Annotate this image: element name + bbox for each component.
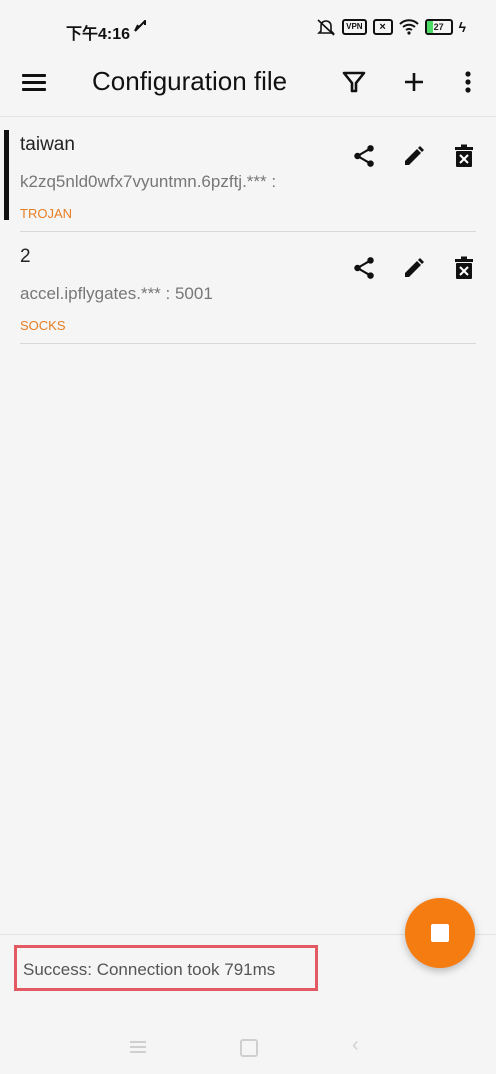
selected-indicator bbox=[4, 130, 9, 220]
row-divider bbox=[20, 343, 476, 344]
page-title: Configuration file bbox=[92, 66, 288, 96]
status-message: Success: Connection took 791ms bbox=[23, 960, 276, 979]
profile-row[interactable]: 2 accel.ipflygates.*** : 5001 SOCKS bbox=[0, 232, 496, 344]
battery-icon: 27 bbox=[424, 19, 453, 35]
profile-row[interactable]: taiwan k2zq5nld0wfx7vyuntmn.6pzftj.*** :… bbox=[0, 120, 496, 232]
status-bar: 下午4:16 VPN × 27 ϟ bbox=[0, 0, 496, 58]
edit-icon[interactable] bbox=[400, 254, 428, 282]
battery-level: 27 bbox=[433, 22, 444, 32]
profile-actions bbox=[350, 142, 478, 170]
vpn-icon: VPN bbox=[342, 19, 367, 35]
profile-address: k2zq5nld0wfx7vyuntmn.6pzftj.*** : bbox=[20, 172, 277, 191]
delete-icon[interactable] bbox=[450, 142, 478, 170]
more-icon[interactable] bbox=[452, 66, 484, 98]
filter-icon[interactable] bbox=[338, 66, 370, 98]
add-icon[interactable] bbox=[398, 66, 430, 98]
mute-bell-icon bbox=[316, 18, 336, 36]
back-icon[interactable]: ‹ bbox=[352, 1034, 359, 1057]
share-icon[interactable] bbox=[350, 254, 378, 282]
status-time: 下午4:16 bbox=[66, 26, 131, 43]
home-icon[interactable] bbox=[240, 1039, 258, 1057]
check-flag-icon bbox=[134, 18, 146, 35]
profile-name: taiwan bbox=[20, 134, 75, 155]
profile-list: taiwan k2zq5nld0wfx7vyuntmn.6pzftj.*** :… bbox=[0, 120, 496, 344]
stop-connection-button[interactable] bbox=[405, 898, 475, 968]
status-message-box[interactable]: Success: Connection took 791ms bbox=[14, 945, 318, 991]
profile-type: SOCKS bbox=[20, 318, 66, 333]
no-sim-icon: × bbox=[372, 19, 393, 35]
status-icons: VPN × 27 ϟ bbox=[316, 18, 466, 36]
profile-type: TROJAN bbox=[20, 206, 72, 221]
app-toolbar: Configuration file bbox=[0, 58, 496, 116]
menu-icon[interactable] bbox=[22, 70, 50, 98]
charging-icon: ϟ bbox=[458, 19, 466, 35]
recent-apps-icon[interactable] bbox=[130, 1038, 146, 1056]
toolbar-divider bbox=[0, 116, 496, 117]
edit-icon[interactable] bbox=[400, 142, 428, 170]
profile-name: 2 bbox=[20, 246, 31, 267]
profile-address: accel.ipflygates.*** : 5001 bbox=[20, 284, 213, 303]
delete-icon[interactable] bbox=[450, 254, 478, 282]
wifi-icon bbox=[398, 19, 419, 35]
stop-icon bbox=[431, 924, 449, 942]
system-nav-bar: ‹ bbox=[0, 1020, 496, 1074]
screen: 下午4:16 VPN × 27 ϟ Configuration file tai… bbox=[0, 0, 496, 1074]
share-icon[interactable] bbox=[350, 142, 378, 170]
profile-actions bbox=[350, 254, 478, 282]
